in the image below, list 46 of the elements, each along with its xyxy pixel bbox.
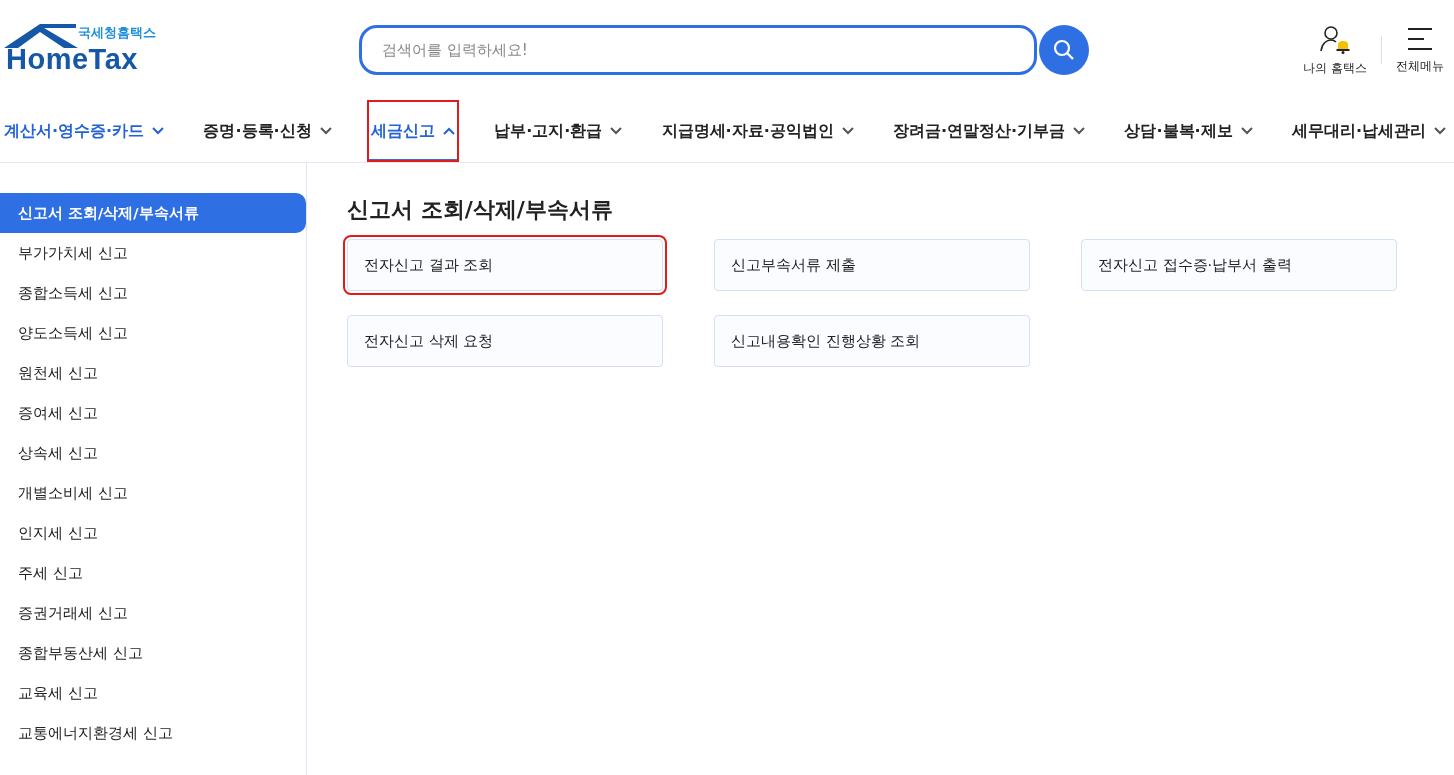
my-hometax-button[interactable]: 나의 홈택스 bbox=[1293, 23, 1377, 77]
section-title: 신고서 조회/삭제/부속서류 bbox=[347, 196, 614, 224]
sidebar-item[interactable]: 부가가치세 신고 bbox=[0, 233, 306, 273]
logo-subtitle: 국세청홈택스 bbox=[78, 24, 156, 42]
all-menu-button[interactable]: 전체메뉴 bbox=[1386, 25, 1454, 75]
nav-tab[interactable]: 증명·등록·신청 bbox=[199, 100, 336, 162]
chevron-down-icon bbox=[319, 127, 332, 135]
menu-card[interactable]: 신고내용확인 진행상황 조회 bbox=[714, 315, 1030, 367]
sidebar-item[interactable]: 교통에너지환경세 신고 bbox=[0, 713, 306, 753]
sidebar-item[interactable]: 증권거래세 신고 bbox=[0, 593, 306, 633]
chevron-down-icon bbox=[152, 127, 165, 135]
search-field[interactable]: 검색어를 입력하세요! bbox=[359, 25, 1037, 75]
nav-tab[interactable]: 계산서·영수증·카드 bbox=[0, 100, 169, 162]
sidebar-item[interactable]: 종합부동산세 신고 bbox=[0, 633, 306, 673]
button-label: 전체메뉴 bbox=[1396, 57, 1444, 75]
nav-tab[interactable]: 지급명세·자료·공익법인 bbox=[657, 100, 858, 162]
logo-title: HomeTax bbox=[6, 43, 138, 76]
chevron-down-icon bbox=[1434, 127, 1446, 135]
sidebar-item[interactable]: 종합소득세 신고 bbox=[0, 273, 306, 313]
button-label: 나의 홈택스 bbox=[1303, 59, 1367, 77]
sidebar-item[interactable]: 교육세 신고 bbox=[0, 673, 306, 713]
sidebar-item[interactable]: 상속세 신고 bbox=[0, 433, 306, 473]
menu-card[interactable]: 전자신고 접수증·납부서 출력 bbox=[1081, 239, 1397, 291]
sidebar-item[interactable]: 원천세 신고 bbox=[0, 353, 306, 393]
chevron-down-icon bbox=[610, 127, 623, 135]
chevron-down-icon bbox=[1240, 127, 1253, 135]
sidebar-item[interactable]: 인지세 신고 bbox=[0, 513, 306, 553]
sidebar-item[interactable]: 양도소득세 신고 bbox=[0, 313, 306, 353]
sidebar-item[interactable]: 개별소비세 신고 bbox=[0, 473, 306, 513]
sidebar-item[interactable]: 신고서 조회/삭제/부속서류 bbox=[0, 193, 306, 233]
nav-tab[interactable]: 세금신고 bbox=[366, 100, 459, 162]
nav-tab[interactable]: 세무대리·납세관리 bbox=[1287, 100, 1450, 162]
chevron-up-icon bbox=[442, 127, 455, 135]
sidebar-item[interactable]: 주세 신고 bbox=[0, 553, 306, 593]
menu-card[interactable]: 전자신고 삭제 요청 bbox=[347, 315, 663, 367]
nav-tab[interactable]: 납부·고지·환급 bbox=[490, 100, 627, 162]
chevron-down-icon bbox=[1073, 127, 1086, 135]
search-button[interactable] bbox=[1039, 25, 1089, 75]
user-bell-icon bbox=[1319, 23, 1352, 54]
nav-tab[interactable]: 상담·불복·제보 bbox=[1120, 100, 1257, 162]
nav-tab[interactable]: 장려금·연말정산·기부금 bbox=[889, 100, 1090, 162]
menu-card[interactable]: 신고부속서류 제출 bbox=[714, 239, 1030, 291]
chevron-down-icon bbox=[841, 127, 854, 135]
sidebar-item[interactable]: 증여세 신고 bbox=[0, 393, 306, 433]
menu-icon bbox=[1406, 25, 1434, 52]
search-icon bbox=[1052, 38, 1076, 62]
